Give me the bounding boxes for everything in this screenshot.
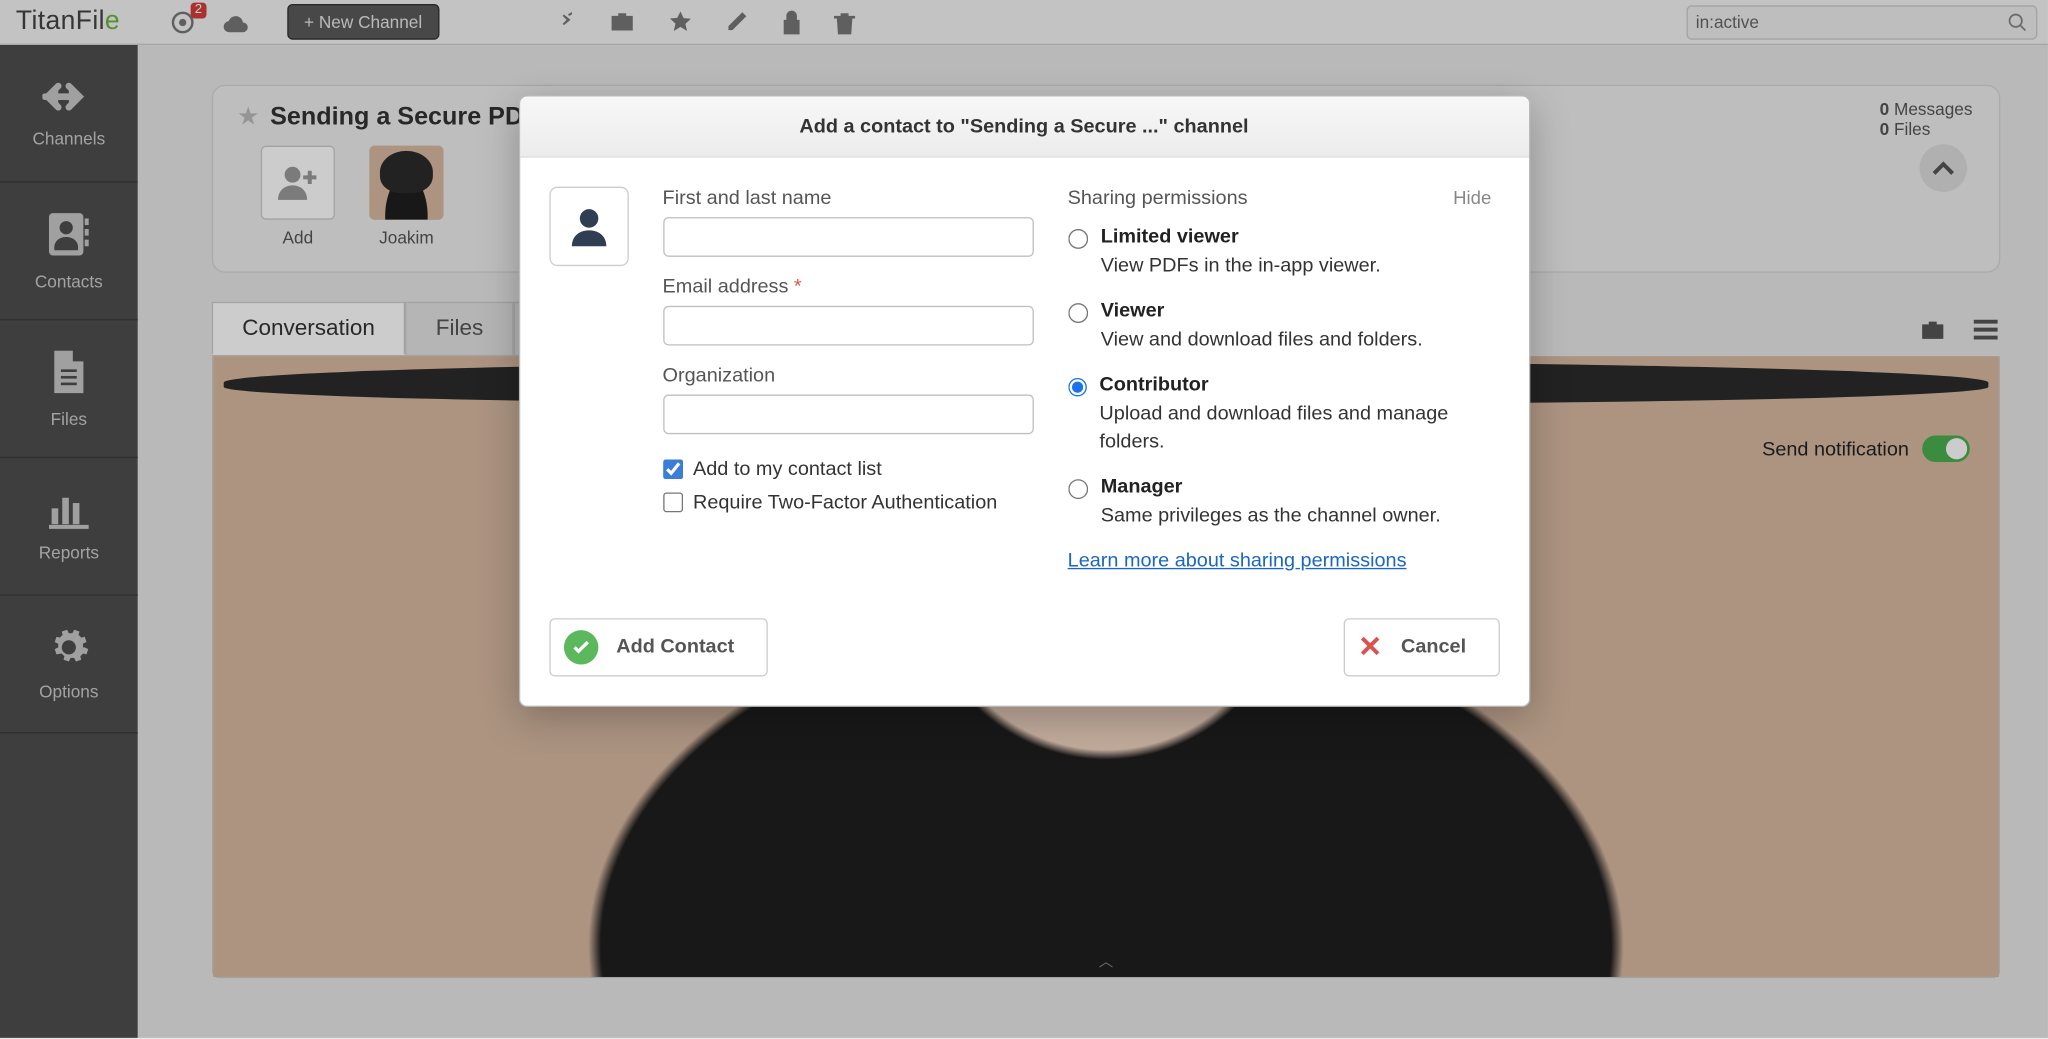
perm-desc: View PDFs in the in-app viewer. [1101,252,1381,281]
perm-radio-viewer[interactable] [1068,303,1088,323]
perm-title: Contributor [1099,373,1491,396]
permissions-heading: Sharing permissions [1068,187,1248,210]
hide-permissions-link[interactable]: Hide [1453,187,1491,210]
contact-avatar-placeholder[interactable] [549,187,628,266]
require-2fa-row[interactable]: Require Two-Factor Authentication [663,491,1034,514]
perm-title: Viewer [1101,299,1423,322]
require-2fa-label: Require Two-Factor Authentication [693,491,997,514]
add-contact-button[interactable]: Add Contact [549,618,768,676]
name-input[interactable] [663,217,1034,257]
perm-radio-limited[interactable] [1068,229,1088,249]
email-input[interactable] [663,306,1034,346]
add-to-list-checkbox[interactable] [663,459,683,479]
perm-title: Limited viewer [1101,225,1381,248]
perm-desc: Same privileges as the channel owner. [1101,502,1441,531]
email-label: Email address * [663,275,1034,298]
add-contact-modal: Add a contact to "Sending a Secure ..." … [518,95,1529,706]
learn-more-permissions-link[interactable]: Learn more about sharing permissions [1068,549,1407,572]
perm-desc: View and download files and folders. [1101,325,1423,354]
perm-desc: Upload and download files and manage fol… [1099,399,1491,457]
name-label: First and last name [663,187,1034,210]
perm-option-limited-viewer[interactable]: Limited viewer View PDFs in the in-app vi… [1068,225,1492,280]
modal-title: Add a contact to "Sending a Secure ..." … [520,97,1529,158]
perm-radio-contributor[interactable] [1068,377,1087,397]
cancel-button[interactable]: ✕ Cancel [1343,618,1499,676]
close-icon: ✕ [1358,630,1382,664]
perm-title: Manager [1101,475,1441,498]
perm-option-contributor[interactable]: Contributor Upload and download files and… [1068,373,1492,457]
add-to-list-row[interactable]: Add to my contact list [663,458,1034,481]
organization-label: Organization [663,364,1034,387]
perm-radio-manager[interactable] [1068,479,1088,499]
add-to-list-label: Add to my contact list [693,458,882,481]
require-2fa-checkbox[interactable] [663,492,683,512]
perm-option-manager[interactable]: Manager Same privileges as the channel ow… [1068,475,1492,530]
perm-option-viewer[interactable]: Viewer View and download files and folder… [1068,299,1492,354]
organization-input[interactable] [663,394,1034,434]
